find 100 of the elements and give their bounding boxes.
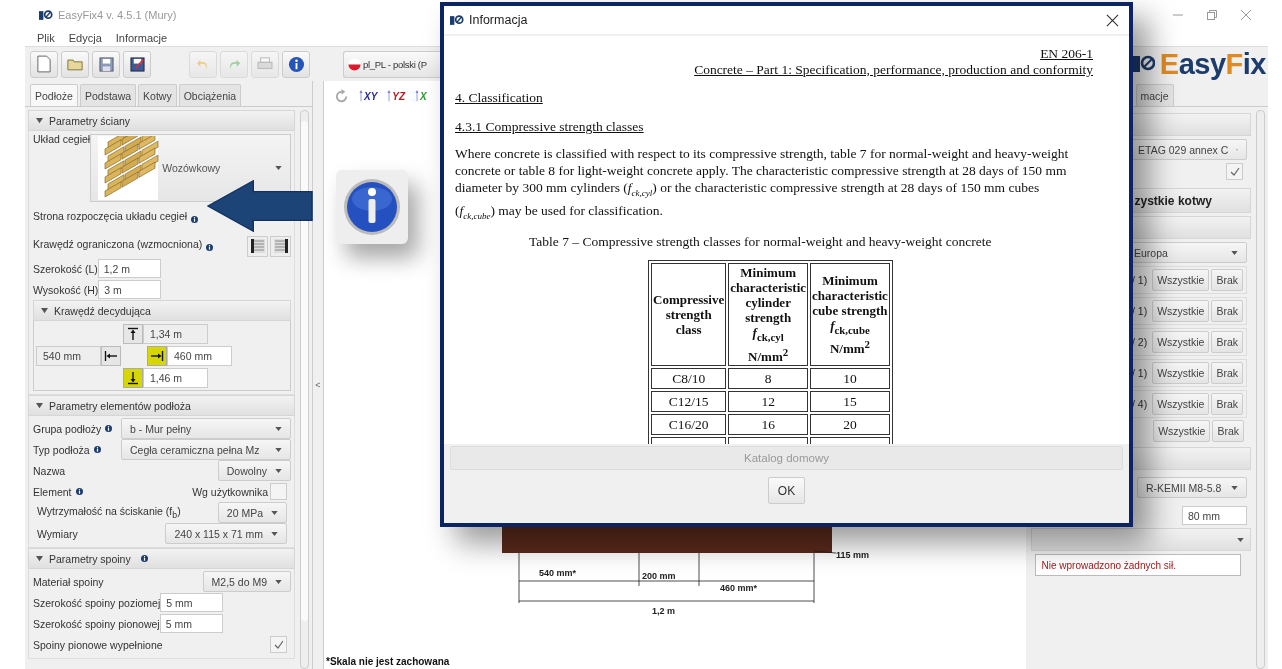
select-none-button[interactable]: Brak bbox=[1211, 300, 1243, 322]
field-label: Szerokość spoiny poziomej bbox=[33, 596, 161, 609]
leader-line bbox=[813, 550, 837, 554]
dropdown[interactable]: Dowolny bbox=[217, 460, 291, 481]
brick-wall-icon bbox=[97, 136, 160, 200]
column-header: Minimum characteristic cube strength f$_{ck,cube}$ N/mm$^{2}$ bbox=[810, 263, 890, 367]
input-field[interactable]: 80 mm bbox=[1182, 506, 1247, 525]
new-file-button[interactable] bbox=[30, 50, 58, 78]
dimension-label: 115 mm bbox=[836, 550, 869, 560]
close-icon[interactable] bbox=[1106, 13, 1119, 27]
arrow-to-edge-icon bbox=[126, 370, 140, 385]
dropdown[interactable]: M2,5 do M9 bbox=[202, 571, 291, 592]
input-field[interactable]: 540 mm bbox=[36, 345, 101, 366]
brick-layout-dropdown[interactable]: Wozówkowy bbox=[90, 134, 291, 202]
collapse-handle[interactable]: < bbox=[315, 380, 321, 390]
floppy-disk-pencil-icon bbox=[129, 56, 145, 72]
ok-button[interactable]: OK bbox=[768, 477, 805, 504]
dropdown[interactable]: R-KEMII M8-5.8 bbox=[1137, 477, 1247, 498]
section-header[interactable]: Krawędź decydująca bbox=[33, 300, 291, 321]
dropdown[interactable]: Cegła ceramiczna pełna Mz bbox=[121, 439, 291, 460]
input-field[interactable]: 5 mm bbox=[160, 593, 224, 612]
section-header[interactable]: Parametry elementów podłoża bbox=[28, 395, 295, 416]
arrow-to-edge-icon bbox=[150, 348, 164, 363]
input-field[interactable]: 3 m bbox=[98, 280, 162, 299]
dropdown[interactable]: Europa bbox=[1131, 242, 1247, 263]
section-header[interactable]: Parametry spoiny bbox=[28, 548, 295, 569]
window-title: EasyFix4 v. 4.5.1 (Mury) bbox=[58, 9, 177, 21]
field-label: Wymiary bbox=[37, 527, 78, 540]
checkbox[interactable] bbox=[270, 483, 287, 500]
field-label: Typ podłoża bbox=[33, 443, 90, 456]
select-all-button[interactable]: Wszystkie bbox=[1152, 331, 1210, 353]
caret-icon bbox=[275, 166, 282, 170]
axes-icon bbox=[386, 89, 393, 103]
select-all-button[interactable]: Wszystkie bbox=[1152, 393, 1210, 415]
table-caption: Table 7 – Compressive strength classes for normal-weight and heavy-weight concrete bbox=[529, 234, 993, 251]
section-title: Parametry spoiny bbox=[49, 552, 131, 565]
checkbox[interactable] bbox=[270, 636, 287, 653]
caret-icon bbox=[275, 426, 282, 431]
table-cell: C16/20 bbox=[651, 414, 727, 436]
input-field[interactable]: 1,46 m bbox=[143, 367, 208, 388]
save-as-button[interactable] bbox=[123, 50, 151, 78]
menu-item[interactable]: Informacje bbox=[115, 32, 168, 44]
section-header[interactable] bbox=[1030, 528, 1251, 551]
input-field[interactable]: 1,2 m bbox=[97, 259, 161, 278]
triangle-icon bbox=[36, 402, 43, 409]
table-cell: 12 bbox=[728, 391, 809, 413]
info-button[interactable] bbox=[282, 50, 310, 78]
printer-icon bbox=[257, 57, 273, 71]
edge-toggle-button[interactable] bbox=[123, 367, 143, 388]
select-all-button[interactable]: Wszystkie bbox=[1152, 269, 1210, 291]
caret-icon bbox=[275, 579, 282, 584]
table-cell: C8/10 bbox=[651, 368, 727, 390]
brick-edge-button[interactable] bbox=[270, 235, 291, 257]
table-cell: 20 bbox=[810, 414, 890, 436]
scrollbar[interactable] bbox=[300, 110, 309, 669]
dropdown[interactable]: 20 MPa bbox=[217, 502, 287, 523]
tab[interactable]: Podstawa bbox=[79, 84, 137, 106]
edge-toggle-button[interactable] bbox=[101, 345, 121, 366]
view-axis-button[interactable]: YZ bbox=[386, 89, 406, 103]
select-all-button[interactable]: Wszystkie bbox=[1152, 362, 1210, 384]
section-title: Krawędź decydująca bbox=[54, 304, 151, 317]
caret-icon bbox=[275, 447, 282, 452]
tab[interactable]: Obciążenia bbox=[178, 84, 242, 106]
edge-toggle-button[interactable] bbox=[147, 345, 167, 366]
field-label: Grupa podłoży bbox=[33, 422, 102, 435]
open-button[interactable] bbox=[61, 50, 89, 78]
input-field[interactable]: 5 mm bbox=[159, 614, 223, 633]
rotate-icon[interactable] bbox=[334, 88, 349, 104]
edge-toggle-button[interactable] bbox=[123, 323, 143, 344]
select-all-button[interactable]: Wszystkie bbox=[1153, 420, 1211, 442]
tab[interactable]: macje bbox=[1135, 84, 1174, 106]
select-none-button[interactable]: Brak bbox=[1211, 269, 1243, 291]
input-field[interactable]: 460 mm bbox=[167, 345, 232, 366]
save-button[interactable] bbox=[92, 50, 120, 78]
field-label: Układ cegieł bbox=[33, 133, 91, 145]
dropdown[interactable]: 240 x 115 x 71 mm bbox=[165, 523, 287, 544]
view-axis-button[interactable]: XY bbox=[358, 89, 378, 103]
field-label: Szerokość spoiny pionowej bbox=[33, 617, 160, 630]
checkbox[interactable] bbox=[1226, 163, 1243, 180]
tab[interactable]: Podłoże bbox=[30, 84, 78, 106]
select-all-button[interactable]: Wszystkie bbox=[1152, 300, 1210, 322]
info-icon bbox=[287, 55, 305, 73]
scrollbar[interactable] bbox=[1256, 110, 1265, 669]
select-none-button[interactable]: Brak bbox=[1211, 393, 1243, 415]
menu-item[interactable]: Edycja bbox=[68, 32, 102, 44]
language-dropdown[interactable]: pl_PL - polski (P bbox=[343, 50, 440, 78]
input-field[interactable]: 1,34 m bbox=[143, 323, 208, 344]
view-axis-button[interactable]: X bbox=[414, 89, 427, 103]
brick-edge-button[interactable] bbox=[247, 235, 268, 257]
tab[interactable]: Kotwy bbox=[138, 84, 177, 106]
dropdown[interactable]: b - Mur pełny bbox=[121, 418, 291, 439]
table-cell: 16 bbox=[728, 414, 809, 436]
select-none-button[interactable]: Brak bbox=[1211, 362, 1243, 384]
section-header[interactable]: Parametry ściany bbox=[28, 110, 295, 131]
menu-item[interactable]: Plik bbox=[37, 32, 55, 44]
select-none-button[interactable]: Brak bbox=[1212, 420, 1244, 442]
select-none-button[interactable]: Brak bbox=[1211, 331, 1243, 353]
restore-icon[interactable] bbox=[1206, 9, 1218, 21]
logo-text: EasyFix bbox=[1159, 47, 1266, 81]
caret-icon bbox=[1231, 485, 1238, 490]
